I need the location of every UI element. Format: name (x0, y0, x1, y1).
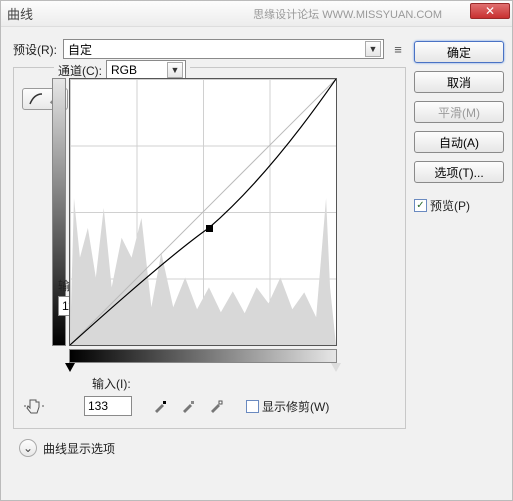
curve-grid[interactable] (69, 78, 337, 346)
chevron-down-icon: ▼ (167, 62, 183, 78)
smooth-button: 平滑(M) (414, 101, 504, 123)
curve-icon (29, 92, 43, 106)
curve-point[interactable] (206, 225, 213, 232)
eyedropper-black-icon[interactable] (150, 396, 170, 416)
preset-label: 预设(R): (13, 41, 57, 58)
chevron-down-icon: ▼ (365, 41, 381, 57)
preset-combo[interactable]: 自定 ▼ (63, 39, 384, 59)
show-clipping-checkbox[interactable] (246, 400, 259, 413)
expand-options-button[interactable]: ⌄ (19, 439, 37, 457)
preset-value: 自定 (68, 41, 92, 58)
watermark-text: 思缘设计论坛 WWW.MISSYUAN.COM (253, 6, 442, 22)
ok-button[interactable]: 确定 (414, 41, 504, 63)
cancel-label: 取消 (447, 74, 471, 91)
ok-label: 确定 (447, 44, 471, 61)
smooth-label: 平滑(M) (438, 104, 480, 121)
expand-options-label: 曲线显示选项 (43, 440, 115, 457)
eyedropper-gray-icon[interactable] (178, 396, 198, 416)
options-label: 选项(T)... (434, 164, 483, 181)
channel-combo[interactable]: RGB ▼ (106, 60, 186, 80)
window-title: 曲线 (7, 4, 33, 23)
input-value: 133 (88, 399, 108, 413)
chevrons-down-icon: ⌄ (23, 441, 33, 455)
white-point-slider[interactable] (331, 363, 341, 372)
hand-scrubber-icon[interactable] (22, 394, 46, 418)
preview-label: 预览(P) (430, 197, 470, 214)
input-label: 输入(I): (92, 375, 131, 392)
preview-checkbox[interactable]: ✓ (414, 199, 427, 212)
horizontal-gradient (69, 349, 337, 363)
channel-value: RGB (111, 63, 137, 77)
titlebar: 曲线 思缘设计论坛 WWW.MISSYUAN.COM ✕ (1, 1, 512, 27)
auto-button[interactable]: 自动(A) (414, 131, 504, 153)
show-clipping-label: 显示修剪(W) (262, 398, 329, 415)
close-icon: ✕ (485, 4, 495, 18)
black-point-slider[interactable] (65, 363, 75, 372)
auto-label: 自动(A) (439, 134, 479, 151)
preset-menu-icon[interactable]: ≡ (390, 41, 406, 57)
eyedropper-white-icon[interactable] (206, 396, 226, 416)
options-button[interactable]: 选项(T)... (414, 161, 504, 183)
channel-label: 通道(C): (58, 62, 102, 79)
cancel-button[interactable]: 取消 (414, 71, 504, 93)
curve-line (70, 79, 336, 345)
close-button[interactable]: ✕ (470, 3, 510, 19)
input-field[interactable]: 133 (84, 396, 132, 416)
curve-group: 通道(C): RGB ▼ 输出(O): 112 (13, 67, 406, 429)
